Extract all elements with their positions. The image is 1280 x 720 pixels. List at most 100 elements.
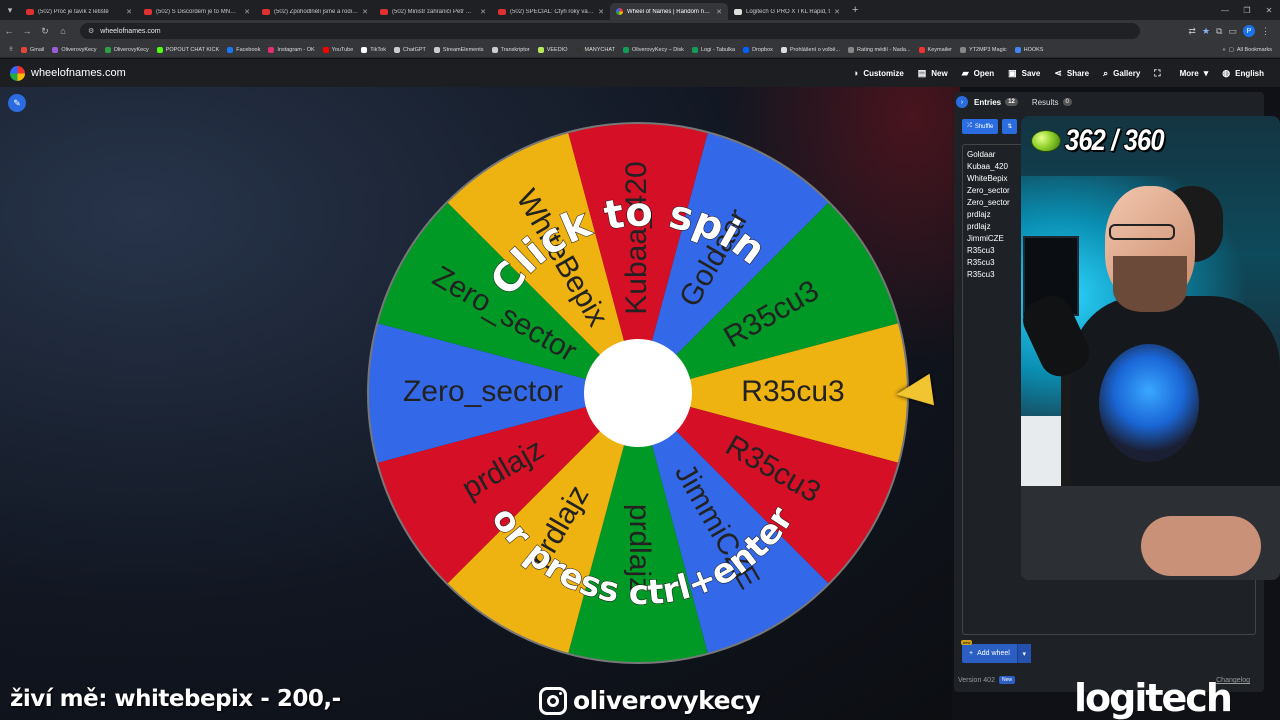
bookmark-item[interactable]: YT2MP3 Magic — [957, 46, 1010, 53]
maximize-icon[interactable]: ❐ — [1236, 0, 1258, 20]
profile-avatar[interactable]: P — [1243, 25, 1255, 37]
menu-item[interactable]: ◍ English — [1222, 68, 1264, 79]
bookmark-item[interactable]: TikTok — [358, 46, 389, 53]
bookmark-item[interactable]: Logi - Tabulka — [689, 46, 738, 53]
reload-icon[interactable]: ↻ — [36, 26, 54, 37]
menu-item[interactable]: ▰ Open — [962, 68, 994, 79]
menu-item-label: New — [931, 68, 948, 78]
bookmark-item[interactable]: YouTube — [320, 46, 357, 53]
bookmark-label: YouTube — [331, 46, 354, 53]
side-panel-icon[interactable]: ▭ — [1228, 26, 1237, 37]
bookmark-item[interactable]: POPOUT CHAT KICK — [154, 46, 222, 53]
wheel[interactable]: GoldaarR35cu3R35cu3R35cu3JimmiCZEprdlajz… — [360, 114, 920, 674]
menu-item[interactable]: ⛶ — [1154, 68, 1165, 79]
wheel-pointer — [893, 373, 935, 411]
browser-tab[interactable]: (502) SPECIÁL: Čtyři roky války ✕ — [492, 3, 610, 20]
bookmark-item[interactable]: Gmail — [18, 46, 47, 53]
bookmark-item[interactable]: Rating médií - Nada... — [845, 46, 914, 53]
bookmark-label: HOOKS — [1023, 46, 1044, 53]
shuffle-button[interactable]: ⤮ Shuffle — [962, 119, 999, 134]
close-tab-icon[interactable]: ✕ — [362, 8, 368, 16]
browser-tab[interactable]: (502) Zpohodlnělí jsme a rodiče ✕ — [256, 3, 374, 20]
bookmark-favicon-icon — [268, 46, 275, 53]
browser-menu-icon[interactable]: ⋮ — [1261, 26, 1270, 37]
bookmark-item[interactable]: OliverovyKecy – Disk — [620, 46, 687, 53]
version-label: Version 402 — [958, 676, 995, 684]
bookmark-favicon-icon — [52, 46, 59, 53]
close-tab-icon[interactable]: ✕ — [716, 8, 722, 16]
extensions-icon[interactable]: ⧉ — [1216, 26, 1222, 37]
folder-icon: ▰ — [961, 67, 969, 78]
bookmark-star-icon[interactable]: ★ — [1202, 26, 1210, 37]
bookmark-favicon-icon — [918, 46, 925, 53]
back-icon[interactable]: ← — [0, 26, 18, 36]
all-bookmarks-label: All Bookmarks — [1236, 46, 1272, 53]
forward-icon[interactable]: → — [18, 26, 36, 36]
translate-icon[interactable]: ⇄ — [1188, 26, 1196, 37]
bookmark-item[interactable]: VEEDIO — [535, 46, 571, 53]
bookmark-favicon-icon — [433, 46, 440, 53]
close-tab-icon[interactable]: ✕ — [598, 8, 604, 16]
bookmark-item[interactable]: ChatGPT — [391, 46, 429, 53]
instagram-icon — [539, 686, 567, 715]
address-bar[interactable]: ⚙ wheelofnames.com — [80, 23, 1140, 39]
new-tab-button[interactable]: + — [852, 4, 858, 16]
bookmark-label: Transkriptor — [500, 46, 530, 53]
bookmark-favicon-icon — [1014, 46, 1021, 53]
collapse-panel-icon[interactable]: › — [956, 96, 968, 108]
browser-tab[interactable]: (502) S Discordem je to MNOHEM ✕ — [138, 3, 256, 20]
browser-tab-title: Logitech G PRO X TKL Rapid, t — [746, 8, 831, 15]
bookmark-item[interactable]: Keymailer — [916, 46, 955, 53]
bookmark-favicon-icon — [780, 46, 787, 53]
home-icon[interactable]: ⌂ — [54, 26, 72, 36]
apps-icon[interactable]: ⠿ — [6, 47, 16, 53]
bookmark-item[interactable]: Facebook — [224, 46, 263, 53]
site-title[interactable]: wheelofnames.com — [31, 67, 126, 79]
bookmark-item[interactable]: MANYCHAT — [573, 46, 618, 53]
browser-tab[interactable]: Wheel of Names | Random name ✕ — [610, 3, 728, 20]
browser-tab[interactable]: (502) Ministr zahraničí Petr Macinka✕ — [374, 3, 492, 20]
bookmark-label: TikTok — [370, 46, 386, 53]
wheel-logo-icon[interactable] — [10, 65, 25, 81]
edit-pencil-icon[interactable]: ✎ — [8, 94, 26, 112]
site-info-icon[interactable]: ⚙ — [88, 27, 94, 35]
close-tab-icon[interactable]: ✕ — [480, 8, 486, 16]
menu-item-label: Customize — [863, 68, 904, 78]
menu-item[interactable]: ▤ New — [918, 68, 948, 79]
add-wheel-button[interactable]: + Add wheel — [962, 644, 1017, 663]
close-tab-icon[interactable]: ✕ — [834, 8, 840, 16]
wheel-segment-label: R35cu3 — [741, 375, 844, 408]
menu-item[interactable]: ⋖ Share — [1054, 68, 1089, 79]
browser-tab[interactable]: Logitech G PRO X TKL Rapid, t ✕ — [728, 3, 846, 20]
menu-item[interactable]: ▣ Save — [1008, 68, 1040, 79]
menu-item[interactable]: ⌕ Gallery — [1103, 68, 1140, 79]
wheel-segment-label: Kubaa_420 — [620, 161, 653, 315]
browser-tab[interactable]: (502) Proč je tavík z letiště ✕ — [20, 3, 138, 20]
wheel-center-hub[interactable] — [584, 339, 692, 447]
add-wheel-dropdown-icon[interactable]: ▾ — [1016, 644, 1031, 663]
bookmark-item[interactable]: Transkriptor — [489, 46, 533, 53]
all-bookmarks-button[interactable]: » ▢ All Bookmarks — [1220, 47, 1280, 53]
bookmark-item[interactable]: Prohlášení o volbě... — [778, 46, 843, 53]
tab-search-button[interactable]: ▾ — [0, 0, 20, 20]
browser-tab-title: (502) SPECIÁL: Čtyři roky války — [510, 8, 595, 15]
minimize-icon[interactable]: — — [1214, 0, 1236, 20]
shuffle-label: Shuffle — [974, 123, 994, 130]
streamer-beard — [1113, 256, 1187, 312]
bookmark-item[interactable]: StreamElements — [431, 46, 487, 53]
bookmark-item[interactable]: Dropbox — [740, 46, 776, 53]
browser-tab-title: Wheel of Names | Random name — [627, 8, 713, 15]
bookmark-item[interactable]: OliverovyKecy — [102, 46, 152, 53]
bookmark-item[interactable]: OliverovyKecy — [49, 46, 99, 53]
tab-entries[interactable]: Entries 12 — [974, 98, 1018, 107]
bookmark-item[interactable]: Instagram - OK — [265, 46, 317, 53]
menu-item[interactable]: ◑ Customize — [853, 68, 904, 79]
menu-item[interactable]: More ▾ — [1180, 68, 1209, 79]
close-window-icon[interactable]: ✕ — [1258, 0, 1280, 20]
tab-results[interactable]: Results 0 — [1032, 98, 1072, 107]
bookmark-item[interactable]: HOOKS — [1012, 46, 1047, 53]
sort-button[interactable]: ⇅ — [1002, 119, 1018, 134]
bookmark-label: OliverovyKecy — [113, 46, 149, 53]
close-tab-icon[interactable]: ✕ — [126, 8, 132, 16]
close-tab-icon[interactable]: ✕ — [244, 8, 250, 16]
